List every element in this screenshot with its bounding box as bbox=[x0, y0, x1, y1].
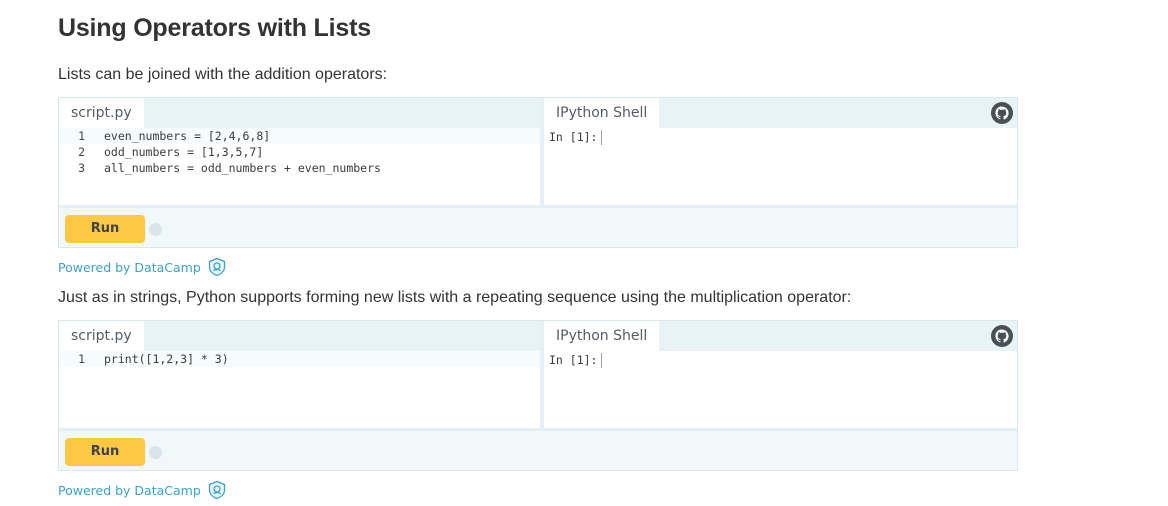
code-line: 3 all_numbers = odd_numbers + even_numbe… bbox=[59, 160, 540, 176]
page-title: Using Operators with Lists bbox=[58, 14, 371, 42]
shell-prompt-label: In [1]: bbox=[549, 130, 598, 144]
run-button[interactable]: Run bbox=[65, 438, 145, 466]
powered-by-text: Powered by DataCamp bbox=[58, 482, 201, 498]
shell-pane[interactable]: IPython Shell In [1]: bbox=[544, 98, 1017, 205]
line-number: 3 bbox=[78, 161, 85, 175]
line-number: 1 bbox=[78, 129, 85, 143]
code-line: 2 odd_numbers = [1,3,5,7] bbox=[59, 144, 540, 160]
datacamp-logo-icon bbox=[208, 257, 225, 277]
code-text: odd_numbers = [1,3,5,7] bbox=[104, 145, 264, 159]
code-text: even_numbers = [2,4,6,8] bbox=[104, 129, 271, 143]
shell-tabbar: IPython Shell bbox=[544, 98, 1017, 128]
code-widget-1: script.py 1 even_numbers = [2,4,6,8] 2 o… bbox=[58, 97, 1018, 248]
status-indicator bbox=[149, 223, 162, 236]
run-bar: Run bbox=[59, 428, 1017, 470]
code-editor[interactable]: 1 even_numbers = [2,4,6,8] 2 odd_numbers… bbox=[59, 128, 540, 176]
text-caret bbox=[601, 353, 603, 368]
code-line: 1 print([1,2,3] * 3) bbox=[59, 351, 540, 367]
shell-tabbar: IPython Shell bbox=[544, 321, 1017, 351]
tab-script-py[interactable]: script.py bbox=[59, 321, 144, 351]
powered-by-text: Powered by DataCamp bbox=[58, 259, 201, 275]
shell-input[interactable]: In [1]: bbox=[549, 353, 603, 368]
line-number: 2 bbox=[78, 145, 85, 159]
status-indicator bbox=[149, 446, 162, 459]
editor-pane[interactable]: script.py 1 even_numbers = [2,4,6,8] 2 o… bbox=[59, 98, 544, 205]
datacamp-logo-icon bbox=[208, 480, 225, 500]
line-number: 1 bbox=[78, 352, 85, 366]
code-text: all_numbers = odd_numbers + even_numbers bbox=[104, 161, 381, 175]
editor-tabbar: script.py bbox=[59, 321, 540, 351]
second-paragraph: Just as in strings, Python supports form… bbox=[58, 289, 852, 306]
code-editor[interactable]: 1 print([1,2,3] * 3) bbox=[59, 351, 540, 367]
powered-by-datacamp-link[interactable]: Powered by DataCamp bbox=[58, 257, 227, 277]
run-button[interactable]: Run bbox=[65, 215, 145, 243]
editor-tabbar: script.py bbox=[59, 98, 540, 128]
github-icon[interactable] bbox=[991, 102, 1013, 124]
intro-paragraph: Lists can be joined with the addition op… bbox=[58, 66, 388, 83]
code-widget-2: script.py 1 print([1,2,3] * 3) IPython S… bbox=[58, 320, 1018, 471]
run-bar: Run bbox=[59, 205, 1017, 247]
editor-pane[interactable]: script.py 1 print([1,2,3] * 3) bbox=[59, 321, 544, 428]
tab-ipython-shell[interactable]: IPython Shell bbox=[544, 321, 660, 351]
tab-script-py[interactable]: script.py bbox=[59, 98, 144, 128]
github-icon[interactable] bbox=[991, 325, 1013, 347]
shell-prompt-label: In [1]: bbox=[549, 353, 598, 367]
text-caret bbox=[601, 130, 603, 145]
powered-by-datacamp-link[interactable]: Powered by DataCamp bbox=[58, 480, 227, 500]
shell-input[interactable]: In [1]: bbox=[549, 130, 603, 145]
tab-ipython-shell[interactable]: IPython Shell bbox=[544, 98, 660, 128]
code-text: print([1,2,3] * 3) bbox=[104, 352, 229, 366]
code-line: 1 even_numbers = [2,4,6,8] bbox=[59, 128, 540, 144]
shell-pane[interactable]: IPython Shell In [1]: bbox=[544, 321, 1017, 428]
